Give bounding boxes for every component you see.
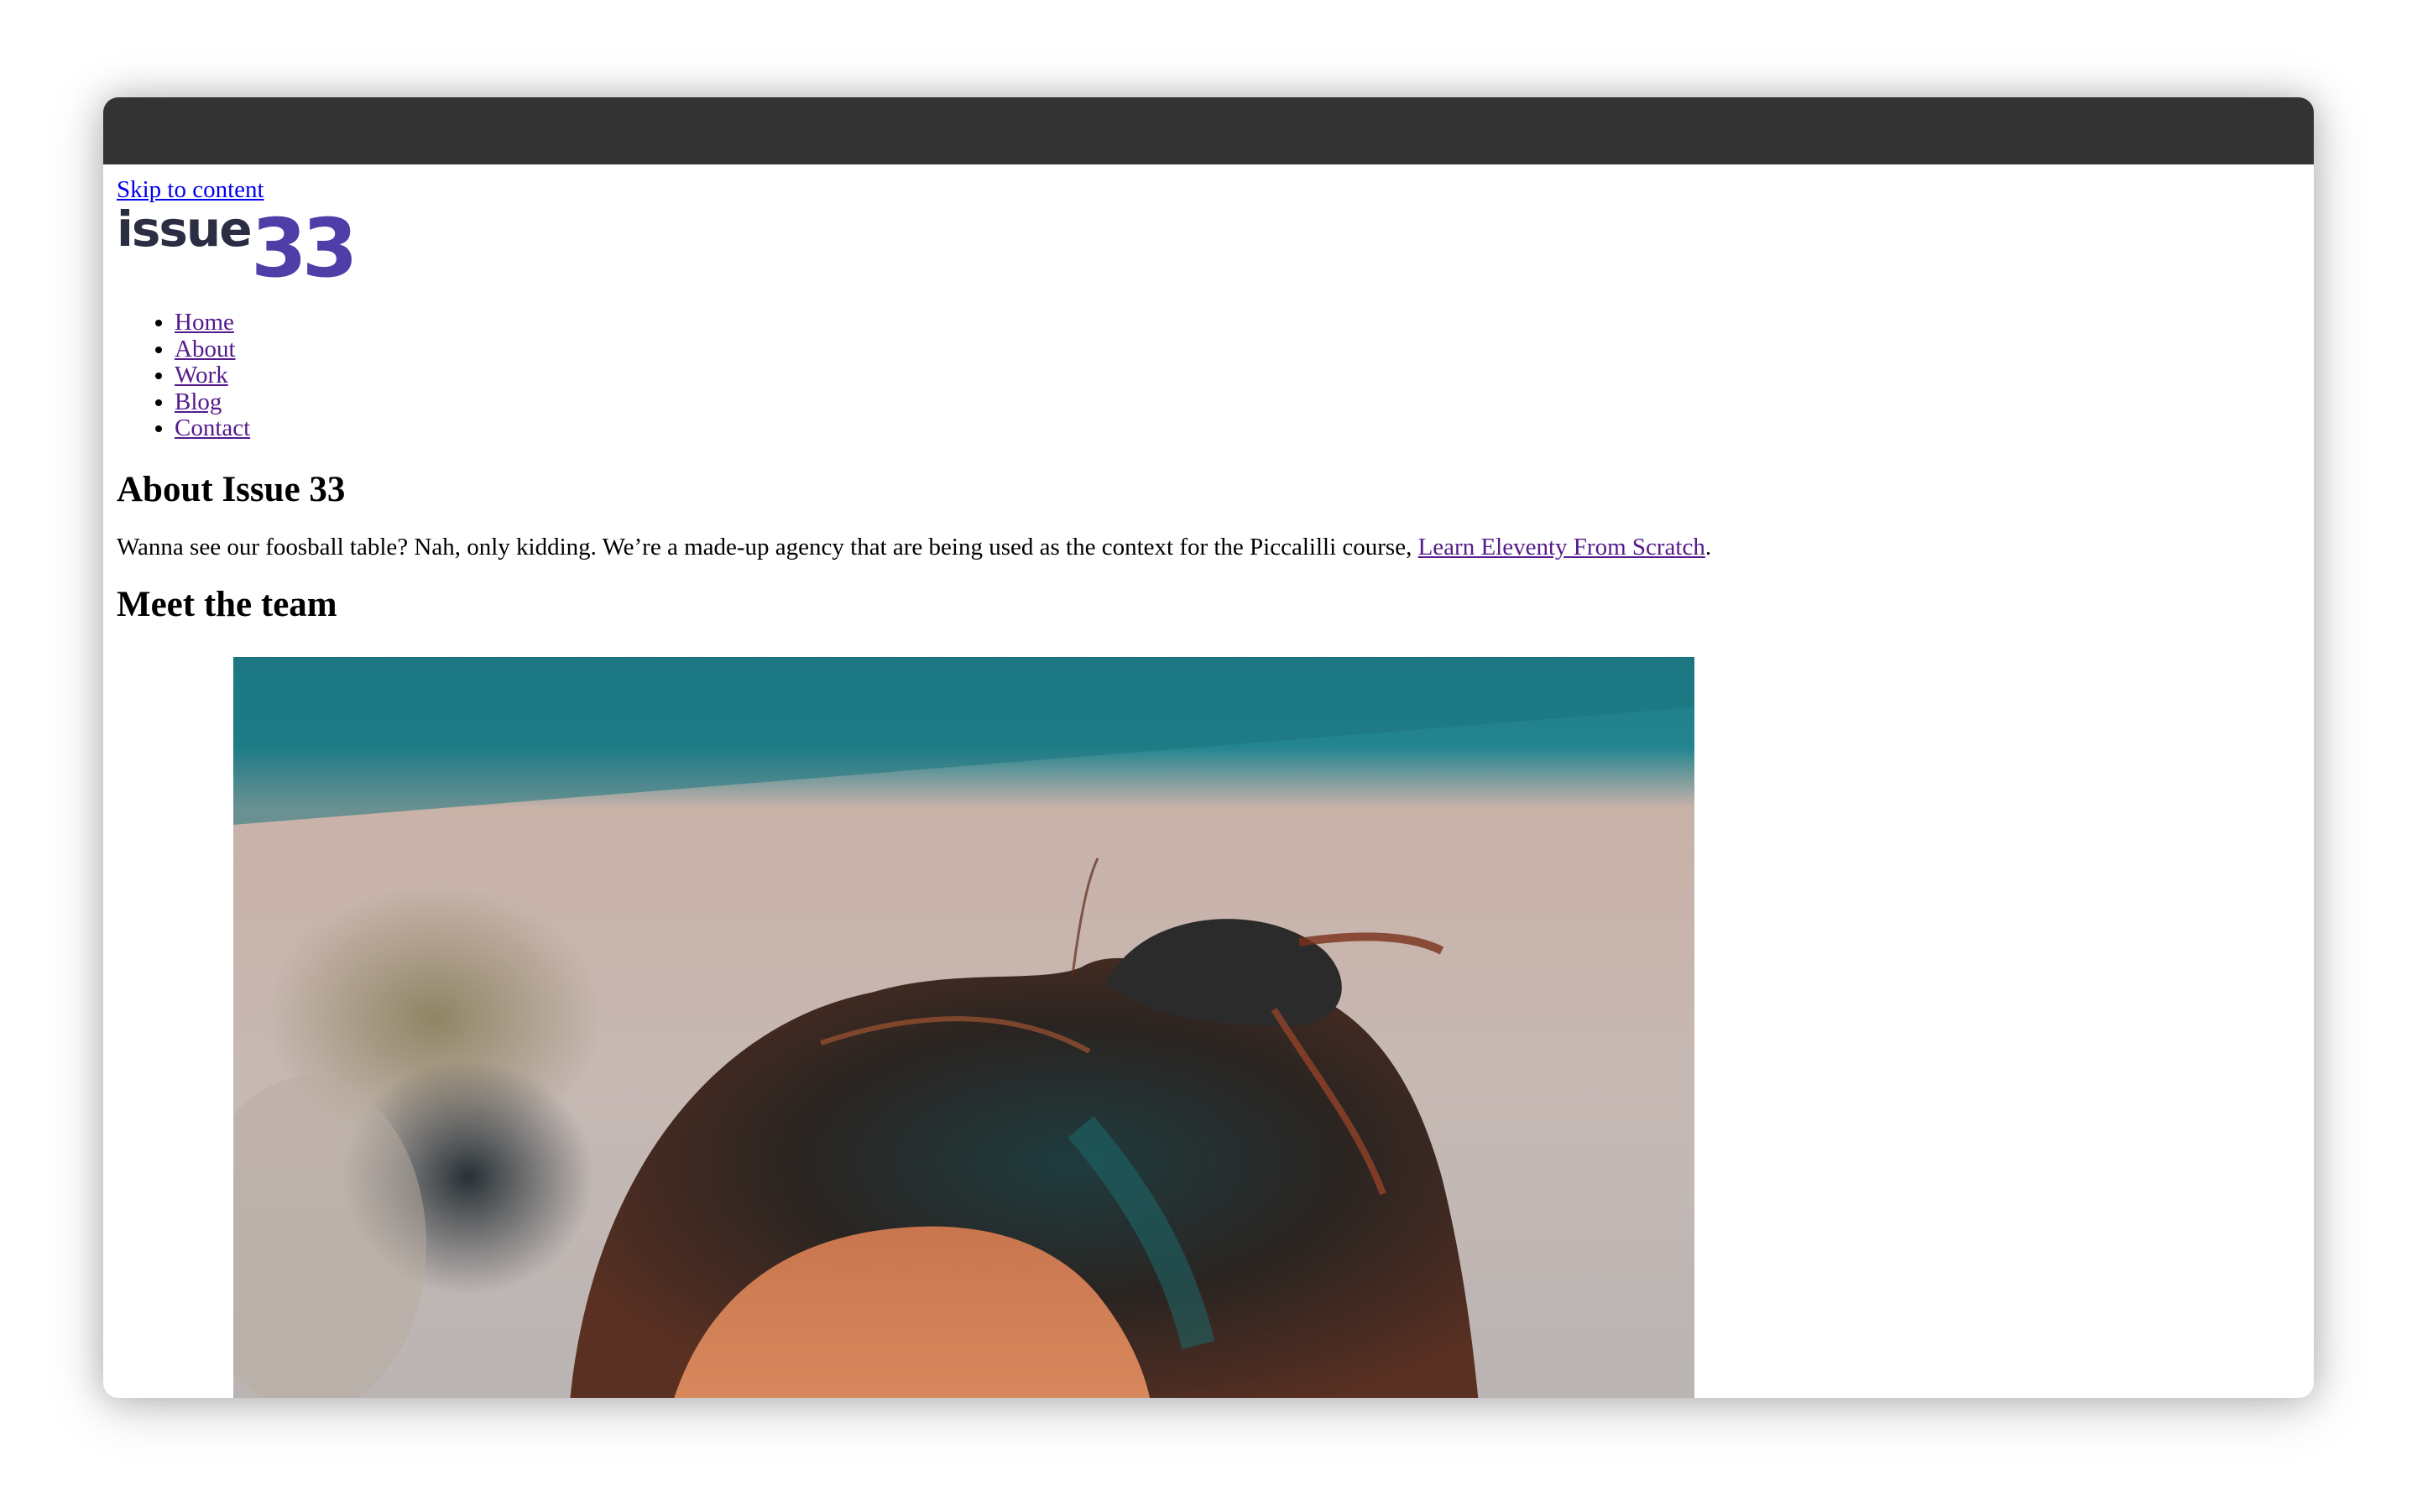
window-titlebar[interactable] [103, 97, 2314, 164]
logo-icon: issue 33 [117, 206, 358, 281]
nav-item-work: Work [175, 362, 2300, 389]
team-photo-image [233, 657, 1694, 1398]
browser-window: Skip to content issue 33 Home About Work… [103, 97, 2314, 1398]
page-title: About Issue 33 [117, 469, 346, 509]
nav-link-home[interactable]: Home [175, 309, 234, 336]
nav-item-home: Home [175, 310, 2300, 336]
course-link[interactable]: Learn Eleventy From Scratch [1418, 534, 1705, 560]
team-heading: Meet the team [117, 584, 337, 624]
intro-text: Wanna see our foosball table? Nah, only … [117, 534, 1418, 561]
logo-number: 33 [251, 206, 353, 281]
team-member-photo [233, 657, 1694, 1398]
nav-link-blog[interactable]: Blog [175, 388, 222, 415]
intro-paragraph: Wanna see our foosball table? Nah, only … [117, 534, 2300, 561]
main-navigation: Home About Work Blog Contact [117, 310, 2300, 442]
nav-link-about[interactable]: About [175, 336, 236, 362]
nav-link-contact[interactable]: Contact [175, 414, 250, 442]
intro-suffix: . [1704, 534, 1712, 561]
logo-word: issue [117, 206, 251, 258]
nav-item-contact: Contact [175, 415, 2300, 442]
site-logo[interactable]: issue 33 [117, 206, 360, 281]
nav-link-work[interactable]: Work [175, 362, 228, 389]
nav-item-about: About [175, 336, 2300, 363]
desktop: Skip to content issue 33 Home About Work… [0, 0, 2417, 1512]
nav-item-blog: Blog [175, 388, 2300, 416]
skip-to-content-link[interactable]: Skip to content [117, 176, 264, 204]
page-content: Skip to content issue 33 Home About Work… [103, 164, 2314, 625]
